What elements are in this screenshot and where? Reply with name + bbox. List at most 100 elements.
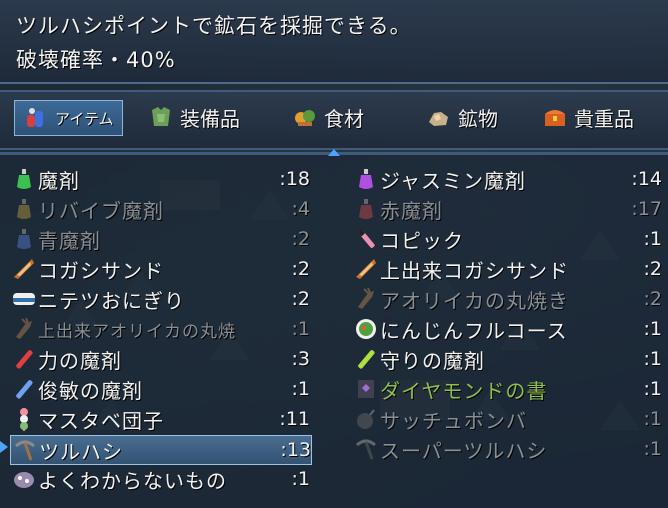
item-count: :14 [631, 168, 662, 190]
item-name: にんじんフルコース [380, 318, 568, 343]
item-name: ニテツおにぎり [38, 288, 185, 313]
item-row[interactable]: 俊敏の魔剤 :1 [10, 375, 310, 403]
item-row[interactable]: 上出来アオリイカの丸焼 :1 [10, 315, 310, 343]
item-count: :3 [291, 348, 311, 370]
tab-minerals[interactable]: 鉱物 [426, 100, 498, 134]
item-row[interactable]: ニテツおにぎり :2 [10, 285, 310, 313]
item-row[interactable]: 魔剤 :18 [10, 165, 310, 193]
grilled-squid-icon [352, 285, 380, 313]
item-row[interactable]: マスタベ団子 :11 [10, 405, 310, 433]
book-icon [352, 375, 380, 403]
green-potion-icon [10, 165, 38, 193]
game-screen: ツルハシポイントで鉱石を採掘できる。 破壊確率・40% アイテム 装備品 食材 [0, 0, 668, 508]
item-count: :1 [291, 468, 311, 490]
item-row[interactable]: ジャスミン魔剤 :14 [352, 165, 662, 193]
potion-bag-icon [27, 108, 43, 127]
item-count: :13 [280, 439, 311, 461]
item-name: 魔剤 [38, 168, 80, 193]
item-row[interactable]: サッチュボンバ :1 [352, 405, 662, 433]
mystery-blob-icon [10, 465, 38, 493]
item-name: リバイブ魔剤 [38, 198, 164, 223]
tab-valuables-label: 貴重品 [574, 106, 634, 131]
item-name: 上出来コガシサンド [380, 258, 569, 283]
food-icon [295, 110, 315, 126]
item-row[interactable]: にんじんフルコース :1 [352, 315, 662, 343]
sandwich-icon [10, 255, 38, 283]
item-count: :2 [291, 258, 311, 280]
item-count: :18 [279, 168, 310, 190]
item-count: :2 [291, 228, 311, 250]
item-count: :11 [279, 408, 310, 430]
item-name: アオリイカの丸焼き [380, 288, 569, 313]
red-potion-icon [352, 195, 380, 223]
item-name: ダイヤモンドの書 [380, 378, 548, 403]
item-name: 赤魔剤 [380, 198, 443, 223]
salad-bowl-icon [352, 315, 380, 343]
item-count: :1 [291, 318, 311, 340]
item-row[interactable]: よくわからないもの:1 [10, 465, 310, 493]
tab-items-label: アイテム [55, 109, 114, 128]
item-name: コガシサンド [38, 258, 164, 283]
item-name: ツルハシ [39, 439, 123, 464]
selection-cursor-icon [0, 441, 8, 453]
item-break-chance: 破壊確率・40% [16, 48, 176, 72]
tab-equipment[interactable]: 装備品 [148, 100, 240, 134]
marker-icon [352, 225, 380, 253]
bomb-icon [352, 405, 380, 433]
item-row[interactable]: 守りの魔剤:1 [352, 345, 662, 373]
item-count: :1 [643, 228, 663, 250]
item-count: :1 [643, 318, 663, 340]
sandwich-icon [352, 255, 380, 283]
ore-icon [429, 112, 448, 126]
item-name: 上出来アオリイカの丸焼 [38, 321, 236, 342]
item-name: 俊敏の魔剤 [38, 378, 143, 403]
treasure-chest-icon [545, 110, 565, 126]
item-count: :2 [291, 288, 311, 310]
item-count: :2 [643, 288, 663, 310]
item-name: マスタベ団子 [38, 408, 164, 433]
item-count: :1 [643, 348, 663, 370]
item-row[interactable]: コピック :1 [352, 225, 662, 253]
item-count: :1 [643, 378, 663, 400]
item-row[interactable]: 上出来コガシサンド :2 [352, 255, 662, 283]
red-vial-icon [10, 345, 38, 373]
item-row[interactable]: ダイヤモンドの書 :1 [352, 375, 662, 403]
super-pickaxe-icon [352, 435, 380, 463]
item-row[interactable]: スーパーツルハシ :1 [352, 435, 662, 463]
item-row[interactable]: 力の魔剤 :3 [10, 345, 310, 373]
pickaxe-icon [11, 436, 39, 464]
armor-icon [152, 107, 170, 126]
tab-minerals-label: 鉱物 [458, 106, 498, 131]
item-name: サッチュボンバ [380, 408, 527, 433]
item-count: :1 [643, 408, 663, 430]
item-row[interactable]: 青魔剤 :2 [10, 225, 310, 253]
scroll-up-arrow-icon[interactable] [328, 149, 340, 156]
item-row[interactable]: アオリイカの丸焼き :2 [352, 285, 662, 313]
tab-ingredients-label: 食材 [324, 106, 364, 131]
item-name: 力の魔剤 [38, 348, 122, 373]
tab-valuables[interactable]: 貴重品 [542, 100, 634, 134]
item-row[interactable]: リバイブ魔剤:4 [10, 195, 310, 223]
item-row[interactable]: コガシサンド :2 [10, 255, 310, 283]
item-name: 青魔剤 [38, 228, 101, 253]
green-vial-icon [352, 345, 380, 373]
description-panel: ツルハシポイントで鉱石を採掘できる。 破壊確率・40% [0, 0, 668, 84]
gold-potion-icon [10, 195, 38, 223]
item-count: :1 [643, 438, 663, 460]
grilled-squid-icon [10, 315, 38, 343]
category-tab-bar: アイテム 装備品 食材 鉱物 貴重品 [0, 90, 668, 150]
item-row[interactable]: 赤魔剤 :17 [352, 195, 662, 223]
riceball-icon [10, 285, 38, 313]
tab-items[interactable]: アイテム [14, 100, 123, 136]
item-name: ジャスミン魔剤 [380, 168, 526, 193]
dango-icon [10, 405, 38, 433]
item-description: ツルハシポイントで鉱石を採掘できる。 [16, 14, 412, 38]
item-count: :2 [643, 258, 663, 280]
item-count: :1 [291, 378, 311, 400]
item-name: コピック [380, 228, 464, 253]
item-count: :17 [631, 198, 662, 220]
blue-potion-icon [10, 225, 38, 253]
item-row[interactable]: ツルハシ :13 [10, 435, 312, 465]
tab-ingredients[interactable]: 食材 [292, 100, 364, 134]
item-name: スーパーツルハシ [380, 438, 548, 463]
